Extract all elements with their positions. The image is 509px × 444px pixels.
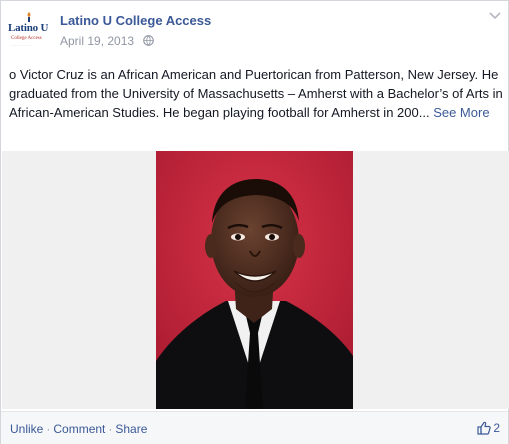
logo-subtitle: College Access bbox=[11, 36, 42, 41]
post-actions: Unlike · Comment · Share bbox=[10, 422, 147, 436]
comment-link[interactable]: Comment bbox=[53, 422, 105, 436]
page-name-link[interactable]: Latino U College Access bbox=[60, 13, 211, 28]
post-options-menu[interactable] bbox=[487, 9, 503, 23]
action-separator: · bbox=[46, 422, 51, 436]
post-photo[interactable] bbox=[156, 151, 353, 409]
post-footer: Unlike · Comment · Share 2 bbox=[1, 411, 508, 444]
post-message-text: o Victor Cruz is an African American and… bbox=[9, 67, 503, 120]
post-header: Latino U College Access ·········· ·····… bbox=[8, 11, 503, 51]
thumbs-up-icon bbox=[477, 421, 492, 435]
page-logo[interactable]: Latino U College Access ·········· ·····… bbox=[8, 11, 48, 51]
logo-tagline: ·········· ········· bbox=[11, 43, 31, 47]
photo-container bbox=[2, 151, 509, 409]
chevron-down-icon bbox=[489, 12, 501, 20]
like-count-button[interactable]: 2 bbox=[477, 420, 500, 436]
like-count: 2 bbox=[493, 421, 500, 435]
unlike-link[interactable]: Unlike bbox=[10, 422, 43, 436]
see-more-link[interactable]: See More bbox=[433, 105, 489, 120]
torch-logo-icon bbox=[27, 12, 31, 22]
action-separator: · bbox=[108, 422, 113, 436]
post-message: o Victor Cruz is an African American and… bbox=[9, 65, 503, 122]
globe-icon[interactable] bbox=[142, 35, 154, 46]
news-feed-post: Latino U College Access ·········· ·····… bbox=[0, 0, 509, 444]
post-timestamp[interactable]: April 19, 2013 bbox=[60, 34, 134, 48]
post-meta: April 19, 2013 bbox=[60, 32, 154, 48]
share-link[interactable]: Share bbox=[115, 422, 147, 436]
logo-brand-text: Latino U bbox=[8, 22, 48, 34]
